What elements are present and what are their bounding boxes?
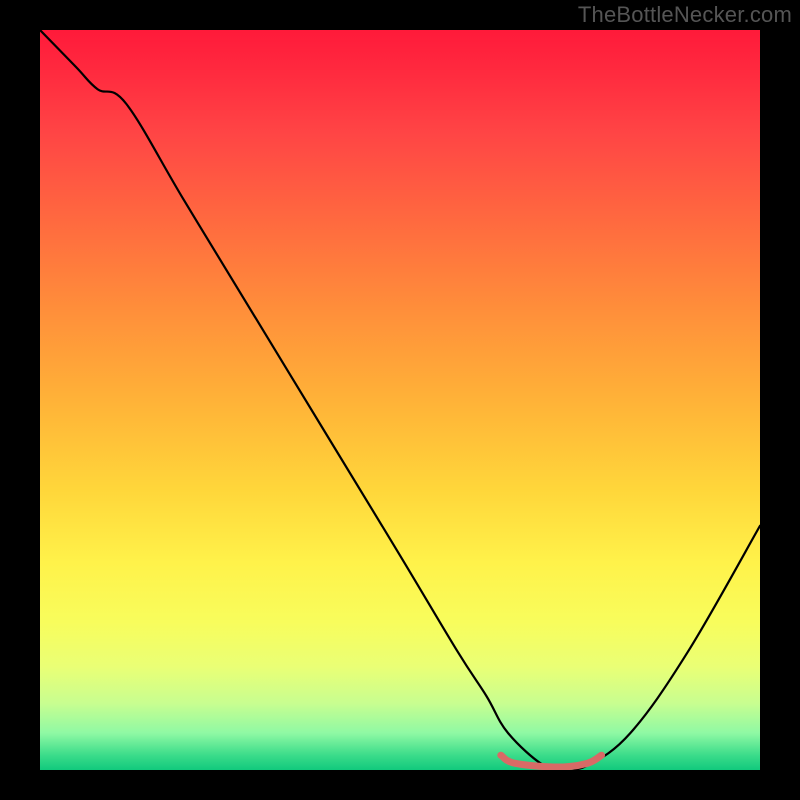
chart-frame: TheBottleNecker.com	[0, 0, 800, 800]
curve-layer	[40, 30, 760, 770]
plot-area	[40, 30, 760, 770]
bottleneck-curve	[40, 30, 760, 769]
watermark-text: TheBottleNecker.com	[578, 2, 792, 28]
trough-highlight	[501, 755, 602, 767]
